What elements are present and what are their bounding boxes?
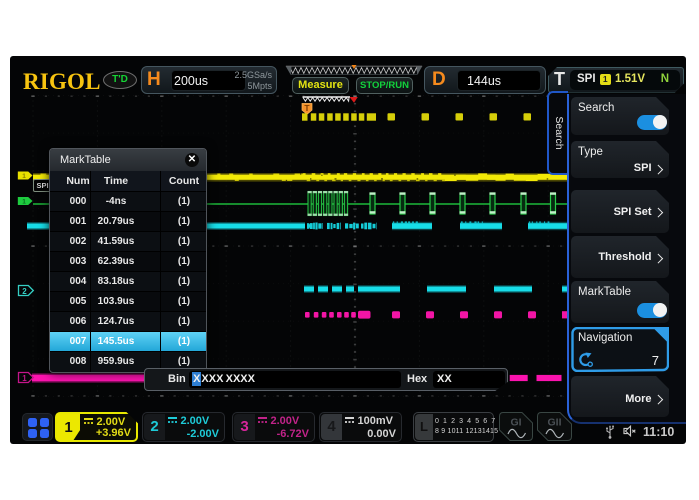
- svg-text:1: 1: [22, 199, 26, 206]
- svg-text:1: 1: [22, 374, 27, 383]
- svg-text:GII: GII: [547, 417, 561, 429]
- svg-text:GI: GI: [510, 417, 521, 429]
- svg-text:1: 1: [22, 173, 26, 180]
- svg-text:2: 2: [22, 287, 27, 296]
- svg-text:T: T: [304, 103, 310, 113]
